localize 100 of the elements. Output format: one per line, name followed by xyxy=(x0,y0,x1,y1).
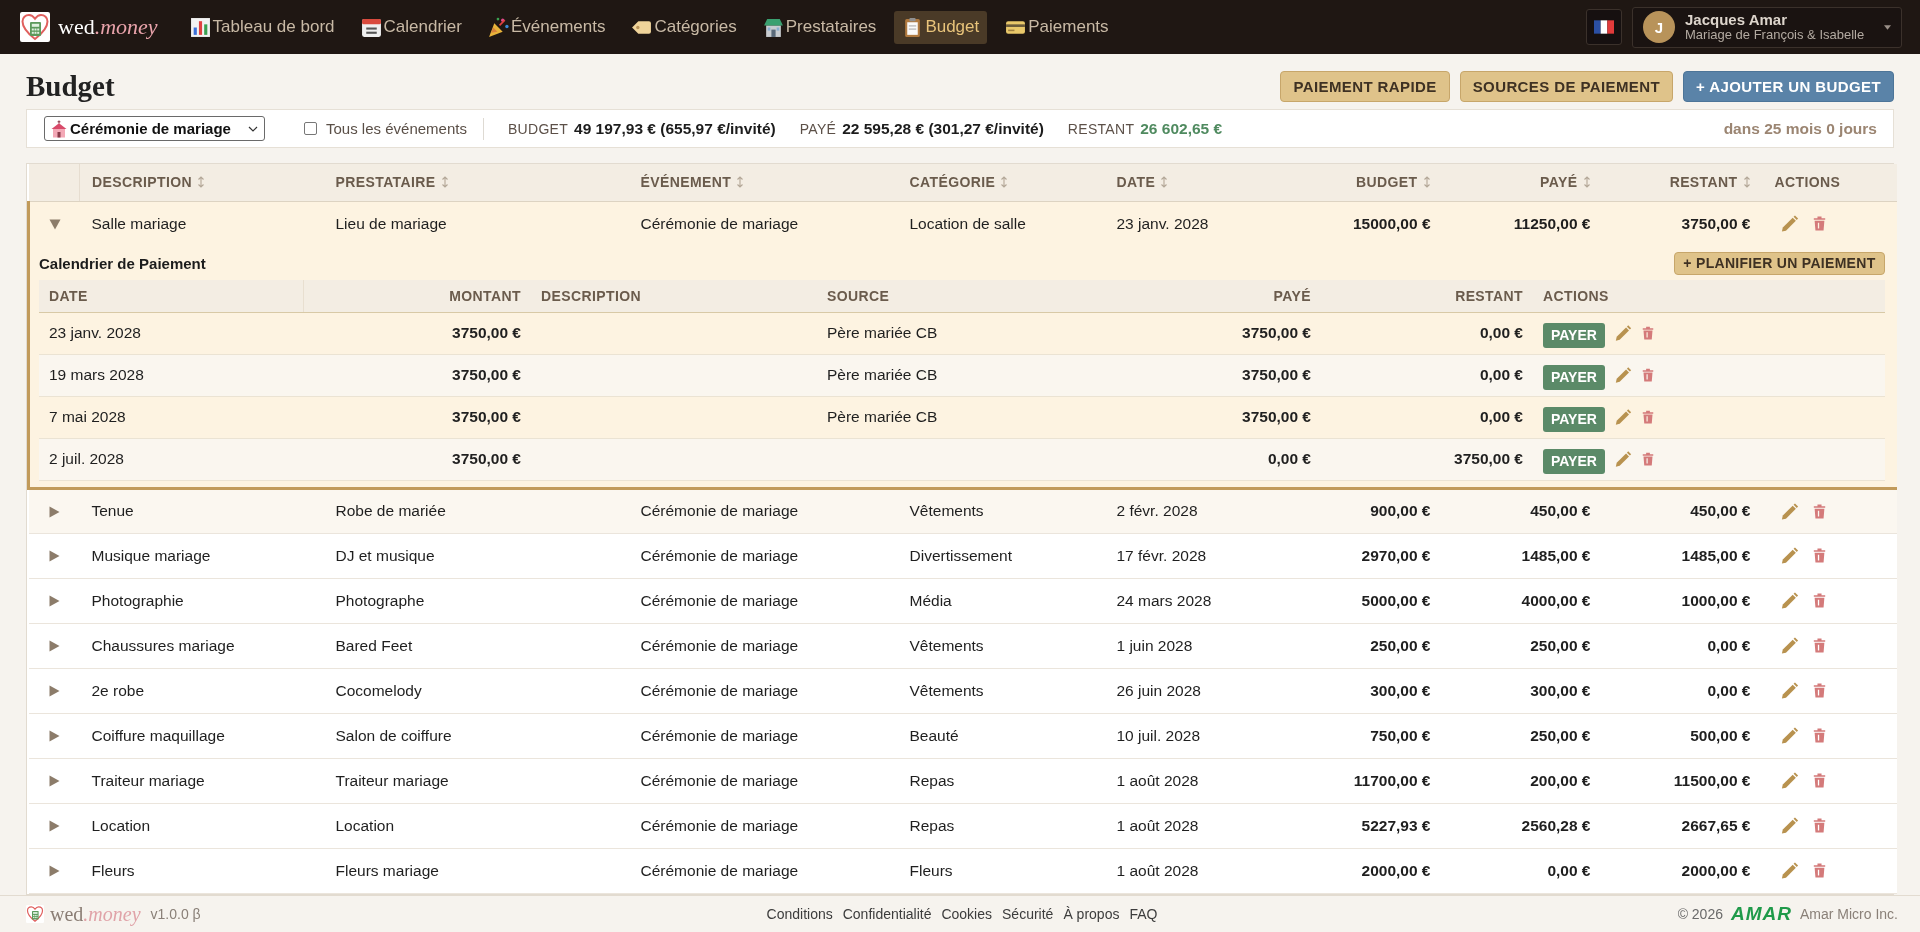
pencil-icon[interactable] xyxy=(1780,501,1799,521)
pencil-icon[interactable] xyxy=(1780,816,1799,836)
pencil-icon[interactable] xyxy=(1780,591,1799,611)
caret-icon[interactable] xyxy=(1884,24,1891,30)
column-header[interactable]: CATÉGORIE xyxy=(897,164,1105,201)
pay-button[interactable]: PAYER xyxy=(1543,448,1605,474)
caret-right-icon[interactable] xyxy=(48,505,60,518)
pencil-icon[interactable] xyxy=(1614,366,1632,384)
table-row[interactable]: Coiffure maquillage Salon de coiffure Cérémonie de mariage Beauté 10 juil. 2028 750,00 € 250,00 € 500,00 € xyxy=(28,713,1897,758)
trash-icon[interactable] xyxy=(1812,593,1826,609)
nav-link[interactable]: Prestataires xyxy=(754,10,885,44)
pay-button[interactable]: PAYER xyxy=(1543,322,1605,348)
table-row[interactable]: Tenue Robe de mariée Cérémonie de mariage Vêtements 2 févr. 2028 900,00 € 450,00 € 450,00 € xyxy=(28,488,1897,533)
trash-icon[interactable] xyxy=(1641,452,1654,466)
caret-right-icon[interactable] xyxy=(48,865,60,878)
language-button[interactable] xyxy=(1586,9,1622,45)
column-header[interactable]: RESTANT xyxy=(1602,164,1763,201)
stat-value: 49 197,93 € (655,97 €/invité) xyxy=(574,119,776,138)
checkbox-label[interactable]: Tous les événements xyxy=(326,120,467,137)
caret-right-icon[interactable] xyxy=(48,595,60,608)
table-cell: Cérémonie de mariage xyxy=(628,848,898,893)
caret-right-icon[interactable] xyxy=(48,550,60,563)
sort-icon[interactable] xyxy=(1422,176,1431,189)
table-row[interactable]: Chaussures mariage Bared Feet Cérémonie de mariage Vêtements 1 juin 2028 250,00 € 250,00 € 0,00 € xyxy=(28,623,1897,668)
trash-icon[interactable] xyxy=(1641,326,1654,340)
nav-link[interactable]: Paiements xyxy=(997,10,1117,44)
logo-text[interactable]: wed.money xyxy=(50,902,141,926)
nav-link[interactable]: Budget xyxy=(894,10,988,44)
action-button[interactable]: PAIEMENT RAPIDE xyxy=(1280,71,1450,102)
trash-icon[interactable] xyxy=(1812,773,1826,789)
table-row[interactable]: Fleurs Fleurs mariage Cérémonie de mariage Fleurs 1 août 2028 2000,00 € 0,00 € 2000,00 € xyxy=(28,848,1897,893)
schedule-payment-button[interactable]: + PLANIFIER UN PAIEMENT xyxy=(1674,251,1885,275)
logo-icon[interactable] xyxy=(20,12,50,42)
sort-icon[interactable] xyxy=(736,176,745,189)
sort-icon[interactable] xyxy=(1000,176,1009,189)
table-row[interactable]: Salle mariage Lieu de mariage Cérémonie de mariage Location de salle 23 janv. 2028 15000,00 € 11250,00 € 3750,00 € xyxy=(28,201,1897,246)
pencil-icon[interactable] xyxy=(1780,726,1799,746)
nav-link[interactable]: Calendrier xyxy=(352,10,470,44)
pay-button[interactable]: PAYER xyxy=(1543,406,1605,432)
caret-right-icon[interactable] xyxy=(48,730,60,743)
trash-icon[interactable] xyxy=(1812,728,1826,744)
sort-icon[interactable] xyxy=(1160,176,1169,189)
pencil-icon[interactable] xyxy=(1614,408,1632,426)
footer-link[interactable]: FAQ xyxy=(1129,906,1158,922)
column-header[interactable]: ÉVÉNEMENT xyxy=(628,164,898,201)
pencil-icon[interactable] xyxy=(1780,771,1799,791)
sort-icon[interactable] xyxy=(1582,176,1591,189)
caret-down-icon[interactable] xyxy=(48,219,61,231)
nav-link[interactable]: Événements xyxy=(479,10,614,44)
caret-right-icon[interactable] xyxy=(48,820,60,833)
pencil-icon[interactable] xyxy=(1780,681,1799,701)
trash-icon[interactable] xyxy=(1812,548,1826,564)
trash-icon[interactable] xyxy=(1812,863,1826,879)
table-row[interactable]: 2e robe Cocomelody Cérémonie de mariage Vêtements 26 juin 2028 300,00 € 300,00 € 0,00 € xyxy=(28,668,1897,713)
caret-right-icon[interactable] xyxy=(48,640,60,653)
pay-button[interactable]: PAYER xyxy=(1543,364,1605,390)
pencil-icon[interactable] xyxy=(1614,324,1632,342)
caret-right-icon[interactable] xyxy=(48,775,60,788)
logo-icon[interactable] xyxy=(26,905,44,923)
trash-icon[interactable] xyxy=(1812,638,1826,654)
pencil-icon[interactable] xyxy=(1780,546,1799,566)
column-header[interactable]: DATE xyxy=(1104,164,1263,201)
pencil-icon[interactable] xyxy=(1614,450,1632,468)
column-header[interactable]: PAYÉ xyxy=(1442,164,1603,201)
footer-link[interactable]: Cookies xyxy=(941,906,993,922)
table-row[interactable]: Traiteur mariage Traiteur mariage Cérémonie de mariage Repas 1 août 2028 11700,00 € 200,00 € 11500,00 € xyxy=(28,758,1897,803)
caret-right-icon[interactable] xyxy=(48,685,60,698)
trash-icon[interactable] xyxy=(1812,683,1826,699)
nav-link[interactable]: Catégories xyxy=(623,10,745,44)
user-menu[interactable]: J Jacques Amar Mariage de François & Isabelle xyxy=(1632,6,1902,48)
table-row[interactable]: Musique mariage DJ et musique Cérémonie de mariage Divertissement 17 févr. 2028 2970,00 € 1485,00 € 1485,00 € xyxy=(28,533,1897,578)
footer-link[interactable]: Conditions xyxy=(766,906,833,922)
pencil-icon[interactable] xyxy=(1780,214,1799,234)
column-header[interactable]: DESCRIPTION xyxy=(79,164,324,201)
trash-icon[interactable] xyxy=(1812,818,1826,834)
logo-text[interactable]: wed.money xyxy=(58,14,158,40)
pencil-icon[interactable] xyxy=(1780,861,1799,881)
footer-link[interactable]: Sécurité xyxy=(1002,906,1054,922)
trash-icon[interactable] xyxy=(1641,368,1654,382)
sort-icon[interactable] xyxy=(197,176,206,189)
column-header[interactable]: PRESTATAIRE xyxy=(323,164,629,201)
nav-link[interactable]: Tableau de bord xyxy=(181,10,343,44)
trash-icon[interactable] xyxy=(1812,503,1826,519)
trash-icon[interactable] xyxy=(1812,216,1826,232)
action-button[interactable]: SOURCES DE PAIEMENT xyxy=(1459,71,1673,102)
sort-icon[interactable] xyxy=(1742,176,1751,189)
footer-link[interactable]: À propos xyxy=(1063,906,1120,922)
stat-label: BUDGET xyxy=(507,120,569,137)
footer-link[interactable]: Confidentialité xyxy=(842,906,932,922)
table-row[interactable]: Photographie Photographe Cérémonie de mariage Média 24 mars 2028 5000,00 € 4000,00 € 1000,00 € xyxy=(28,578,1897,623)
pencil-icon[interactable] xyxy=(1780,636,1799,656)
table-cell: Photographe xyxy=(323,578,629,623)
sort-icon[interactable] xyxy=(440,176,449,189)
table-cell: 1485,00 € xyxy=(1442,533,1603,578)
add-budget-button[interactable]: + AJOUTER UN BUDGET xyxy=(1683,71,1894,102)
column-header[interactable]: BUDGET xyxy=(1262,164,1443,201)
trash-icon[interactable] xyxy=(1641,410,1654,424)
event-select[interactable]: Cérémonie de mariage xyxy=(44,116,265,141)
table-row[interactable]: Location Location Cérémonie de mariage Repas 1 août 2028 5227,93 € 2560,28 € 2667,65 € xyxy=(28,803,1897,848)
checkbox[interactable] xyxy=(304,122,317,135)
